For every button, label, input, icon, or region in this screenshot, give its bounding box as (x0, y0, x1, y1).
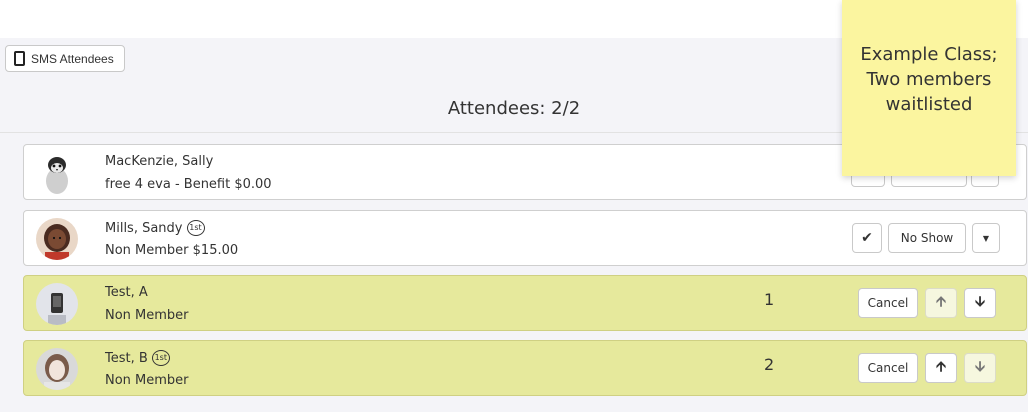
waitlist-row: Test, A Non Member 1 Cancel 🡩 🡫 (23, 275, 1027, 331)
first-visit-badge: 1st (186, 220, 205, 236)
sticky-note-text: Example Class; Two members waitlisted (860, 44, 998, 115)
waitlist-position: 2 (764, 355, 775, 374)
attendee-membership: Non Member (105, 308, 189, 323)
attendee-name: Test, A (105, 285, 148, 300)
arrow-down-icon: 🡫 (974, 294, 986, 310)
arrow-up-icon: 🡩 (935, 359, 947, 375)
person-avatar (36, 218, 78, 260)
sms-attendees-button[interactable]: SMS Attendees (5, 45, 125, 72)
attendee-name: Test, B 1st (105, 350, 170, 366)
arrow-down-icon: 🡫 (974, 359, 986, 375)
move-up-button[interactable]: 🡩 (925, 353, 957, 383)
sms-attendees-label: SMS Attendees (31, 51, 114, 66)
waitlist-position: 1 (764, 290, 775, 309)
person-avatar (36, 348, 78, 390)
attendee-membership: Non Member (105, 373, 189, 388)
penguin-avatar (36, 152, 78, 194)
options-dropdown-button[interactable]: ▼ (972, 223, 1000, 253)
arrow-up-icon: 🡩 (935, 294, 947, 310)
attendee-membership: Non Member $15.00 (105, 243, 239, 258)
check-in-button[interactable]: ✔ (852, 223, 882, 253)
attendee-name: Mills, Sandy 1st (105, 220, 205, 236)
phone-icon (14, 51, 25, 66)
attendee-membership: free 4 eva - Benefit $0.00 (105, 177, 272, 192)
check-icon: ✔ (861, 230, 873, 246)
no-show-button[interactable]: No Show (888, 223, 966, 253)
move-down-button[interactable]: 🡫 (964, 288, 996, 318)
move-down-button[interactable]: 🡫 (964, 353, 996, 383)
first-visit-badge: 1st (151, 350, 170, 366)
cancel-button[interactable]: Cancel (858, 353, 918, 383)
attendee-name: MacKenzie, Sally (105, 154, 214, 169)
attendee-row: Mills, Sandy 1st Non Member $15.00 ✔ No … (23, 210, 1027, 266)
waitlist-row: Test, B 1st Non Member 2 Cancel 🡩 🡫 (23, 340, 1027, 396)
move-up-button[interactable]: 🡩 (925, 288, 957, 318)
caret-down-icon: ▼ (982, 233, 990, 243)
cancel-button[interactable]: Cancel (858, 288, 918, 318)
sticky-note: Example Class; Two members waitlisted (842, 0, 1016, 176)
device-avatar (36, 283, 78, 325)
